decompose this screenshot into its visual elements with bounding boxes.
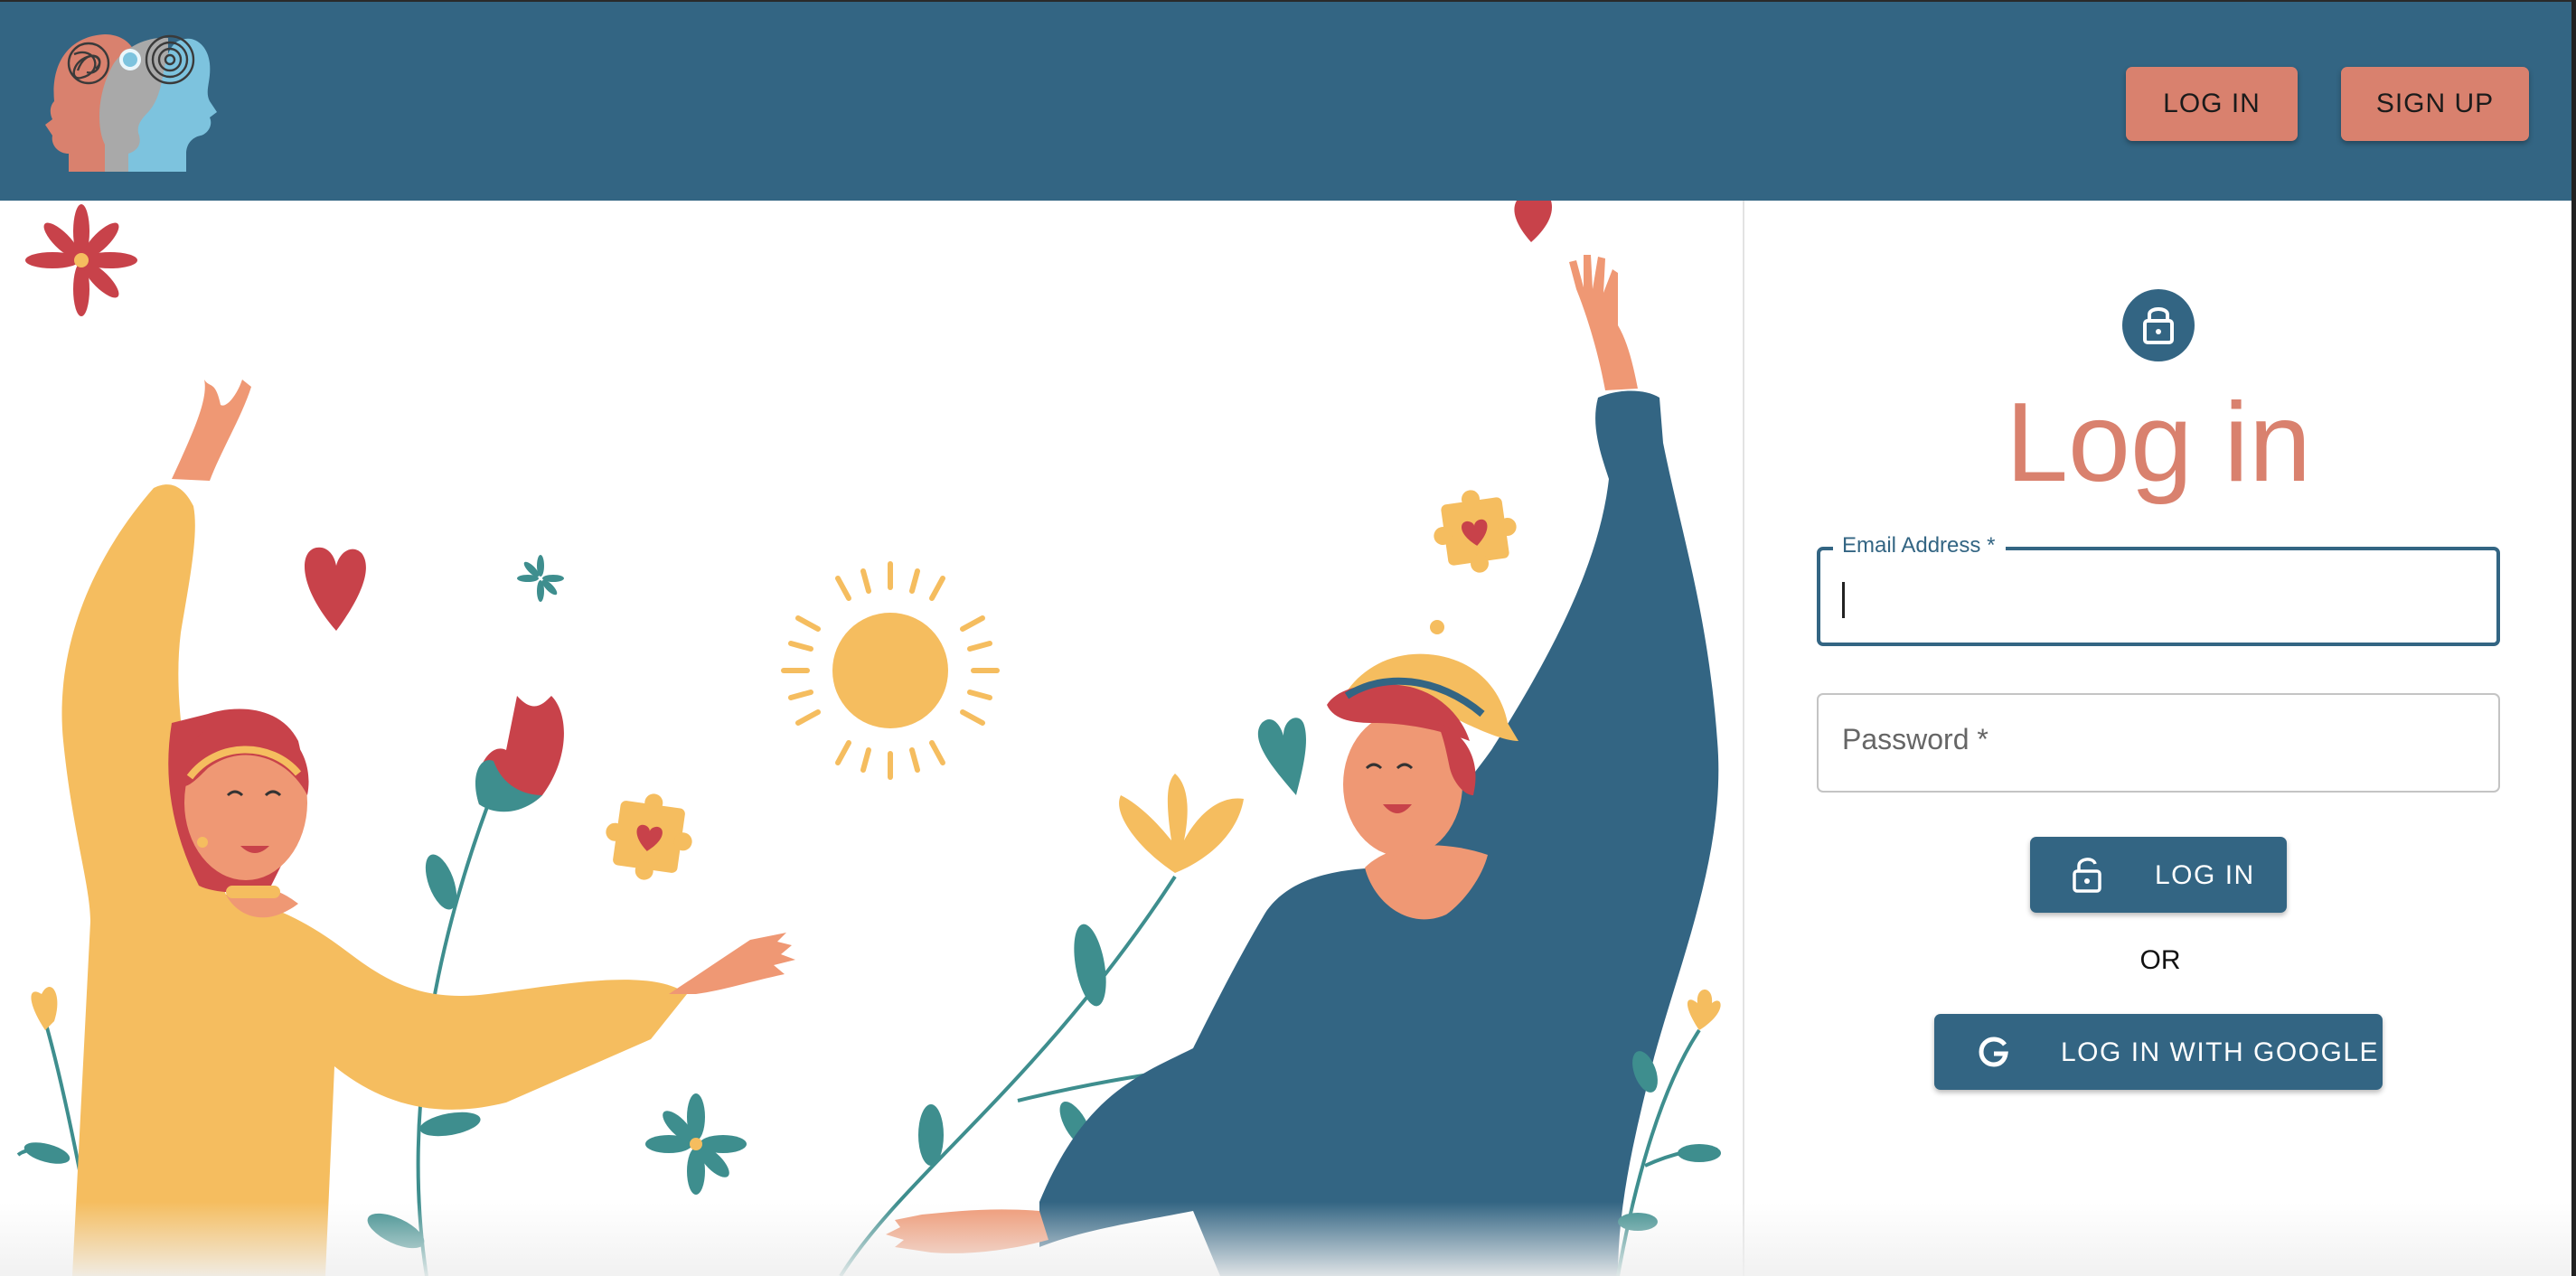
decor-flower-teal	[645, 1093, 747, 1195]
decor-puzzle	[606, 793, 692, 880]
decor-heart	[305, 547, 366, 631]
password-field-label: Password *	[1842, 723, 1988, 755]
decor-flower-teal-small	[517, 555, 564, 602]
decor-heart	[1514, 201, 1553, 242]
top-app-bar: LOG IN SIGN UP	[0, 0, 2571, 201]
decor-sun	[781, 561, 1000, 780]
or-separator: OR	[2139, 945, 2181, 975]
login-button[interactable]: LOG IN	[2030, 837, 2287, 913]
decor-heart-teal	[1257, 718, 1306, 795]
email-input[interactable]	[1840, 567, 2477, 632]
decor-flower-red	[25, 204, 137, 316]
page-title: Log in	[2006, 380, 2311, 505]
header-login-button[interactable]: LOG IN	[2126, 67, 2298, 141]
lock-avatar	[2122, 289, 2195, 361]
lock-icon	[2143, 307, 2174, 344]
lock-open-icon	[2073, 858, 2101, 893]
google-login-label: LOG IN WITH GOOGLE	[2061, 1037, 2380, 1067]
email-field-label: Email Address *	[1833, 533, 2007, 558]
page: LOG IN SIGN UP Log in Email Address * Pa…	[0, 0, 2576, 1276]
login-button-label: LOG IN	[2155, 860, 2255, 890]
text-caret	[1842, 582, 1845, 618]
email-field[interactable]	[1817, 547, 2500, 646]
header-signup-button[interactable]: SIGN UP	[2341, 67, 2529, 141]
google-icon	[1979, 1037, 2008, 1067]
decor-puzzle	[1434, 490, 1517, 573]
google-login-button[interactable]: LOG IN WITH GOOGLE	[1934, 1014, 2383, 1090]
hero-illustration	[0, 201, 1743, 1276]
app-logo[interactable]	[42, 18, 217, 174]
